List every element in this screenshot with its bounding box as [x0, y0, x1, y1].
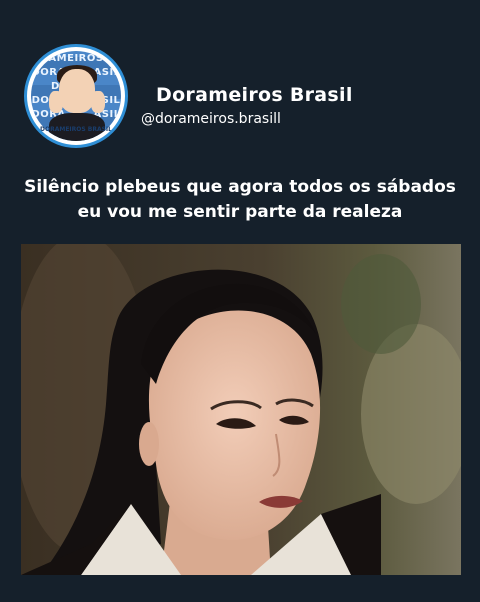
- post-image[interactable]: [21, 244, 461, 575]
- caption-line: eu vou me sentir parte da realeza: [77, 202, 403, 222]
- profile-handle[interactable]: @dorameiros.brasill: [141, 111, 281, 127]
- profile-header: AMEIROS DORA ASIL DOR RASIL DOR ASIL DOR…: [24, 44, 464, 150]
- avatar-ring: DORAMEIROS BRASIL: [29, 49, 123, 143]
- profile-name[interactable]: Dorameiros Brasil: [156, 84, 353, 106]
- avatar-ring-label: DORAMEIROS BRASIL: [40, 126, 112, 133]
- caption-line: Silêncio plebeus que agora todos os sába…: [24, 177, 456, 197]
- avatar[interactable]: AMEIROS DORA ASIL DOR RASIL DOR ASIL DOR…: [24, 44, 128, 148]
- post-caption: Silêncio plebeus que agora todos os sába…: [0, 175, 480, 225]
- post-photo: [21, 244, 461, 575]
